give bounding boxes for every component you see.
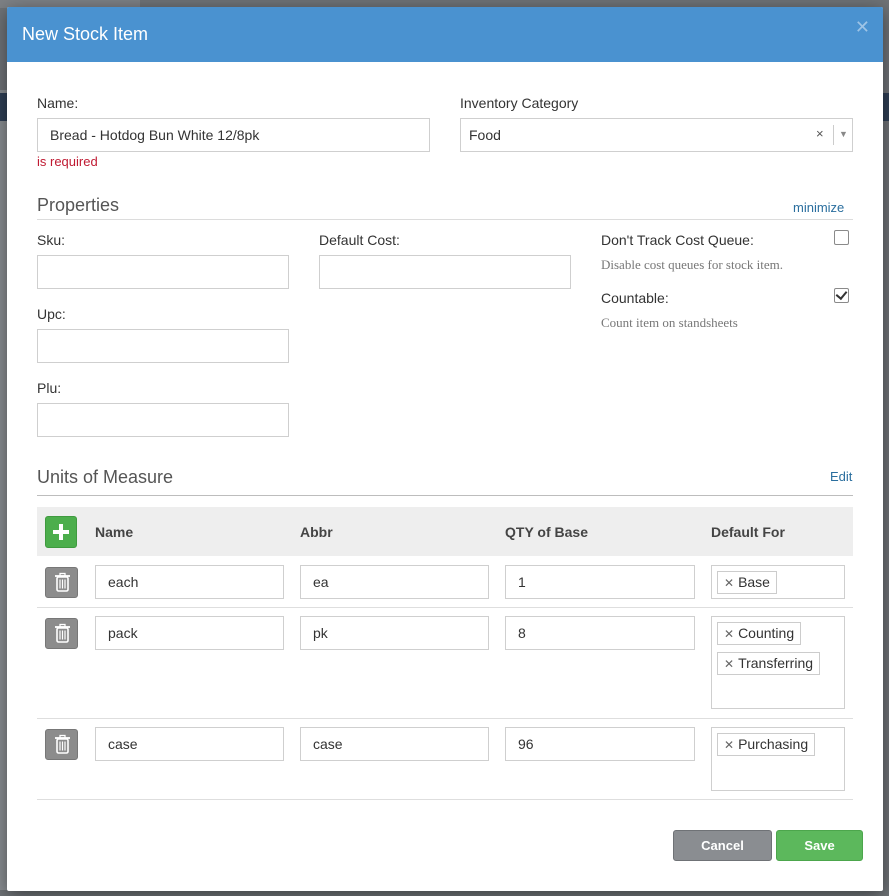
inventory-category-value: Food [469, 127, 501, 143]
x-icon[interactable]: ✕ [724, 657, 734, 671]
countable-label: Countable: [601, 290, 669, 306]
dialog-title: New Stock Item [22, 24, 149, 44]
trash-icon [55, 734, 70, 754]
col-header-abbr: Abbr [300, 524, 333, 540]
clear-icon[interactable]: × [816, 126, 824, 141]
unit-name-input[interactable]: pack [95, 616, 284, 650]
uom-table-header: Name Abbr QTY of Base Default For [37, 507, 853, 556]
delete-unit-button[interactable] [45, 567, 78, 598]
col-header-default-for: Default For [711, 524, 785, 540]
x-icon[interactable]: ✕ [724, 627, 734, 641]
row-divider [37, 607, 853, 608]
inventory-category-label: Inventory Category [460, 95, 579, 111]
sku-input[interactable] [37, 255, 289, 289]
inventory-category-select[interactable]: Food [460, 118, 853, 152]
plu-label: Plu: [37, 380, 62, 396]
col-header-qty: QTY of Base [505, 524, 588, 540]
x-icon[interactable]: ✕ [724, 576, 734, 590]
default-for-tags[interactable]: ✕ Purchasing [711, 727, 845, 791]
x-icon[interactable]: ✕ [724, 738, 734, 752]
minimize-link[interactable]: minimize [793, 200, 844, 215]
tag-base: ✕ Base [717, 571, 777, 594]
default-cost-input[interactable] [319, 255, 571, 289]
properties-title: Properties [37, 195, 120, 215]
units-of-measure-title: Units of Measure [37, 467, 174, 487]
countable-checkbox[interactable] [834, 287, 849, 303]
tag-counting: ✕ Counting [717, 622, 802, 645]
select-divider [833, 125, 834, 145]
upc-label: Upc: [37, 306, 66, 322]
chevron-down-icon[interactable]: ▼ [839, 129, 848, 139]
default-for-tags[interactable]: ✕ Counting ✕ Transferring [711, 616, 845, 709]
unit-abbr-input[interactable]: pk [300, 616, 489, 650]
delete-unit-button[interactable] [45, 618, 78, 649]
name-input[interactable]: Bread - Hotdog Bun White 12/8pk [37, 118, 430, 152]
name-label: Name: [37, 95, 79, 111]
new-stock-item-dialog: New Stock Item ✕ Name: Bread - Hotdog Bu… [7, 7, 883, 891]
tag-transferring: ✕ Transferring [717, 652, 821, 675]
unit-abbr-input[interactable]: ea [300, 565, 489, 599]
unit-name-input[interactable]: each [95, 565, 284, 599]
trash-icon [55, 572, 70, 592]
dont-track-cost-queue-checkbox[interactable] [834, 230, 849, 245]
checkmark-icon [835, 287, 848, 301]
unit-qty-input[interactable]: 96 [505, 727, 695, 761]
upc-input[interactable] [37, 329, 289, 363]
countable-help: Count item on standsheets [601, 315, 738, 330]
row-divider [37, 718, 853, 719]
tag-purchasing: ✕ Purchasing [717, 733, 816, 756]
unit-qty-input[interactable]: 8 [505, 616, 695, 650]
dont-track-cost-queue-help: Disable cost queues for stock item. [601, 257, 783, 272]
trash-icon [55, 623, 70, 643]
cancel-button[interactable]: Cancel [673, 830, 772, 861]
delete-unit-button[interactable] [45, 729, 78, 760]
unit-name-input[interactable]: case [95, 727, 284, 761]
col-header-name: Name [95, 524, 134, 540]
unit-abbr-input[interactable]: case [300, 727, 489, 761]
unit-qty-input[interactable]: 1 [505, 565, 695, 599]
close-icon[interactable]: ✕ [855, 17, 870, 38]
dont-track-cost-queue-label: Don't Track Cost Queue: [601, 232, 754, 248]
dialog-header: New Stock Item ✕ [7, 7, 883, 62]
default-cost-label: Default Cost: [319, 232, 400, 248]
row-divider [37, 799, 853, 800]
uom-edit-link[interactable]: Edit [830, 469, 852, 484]
save-button[interactable]: Save [776, 830, 863, 861]
default-for-tags[interactable]: ✕ Base [711, 565, 845, 599]
plu-input[interactable] [37, 403, 289, 437]
properties-divider [37, 219, 853, 220]
sku-label: Sku: [37, 232, 66, 248]
backdrop-dark-bar-right [882, 93, 889, 121]
add-unit-button[interactable] [45, 516, 77, 548]
name-error: is required [37, 154, 98, 169]
uom-divider [37, 495, 853, 496]
